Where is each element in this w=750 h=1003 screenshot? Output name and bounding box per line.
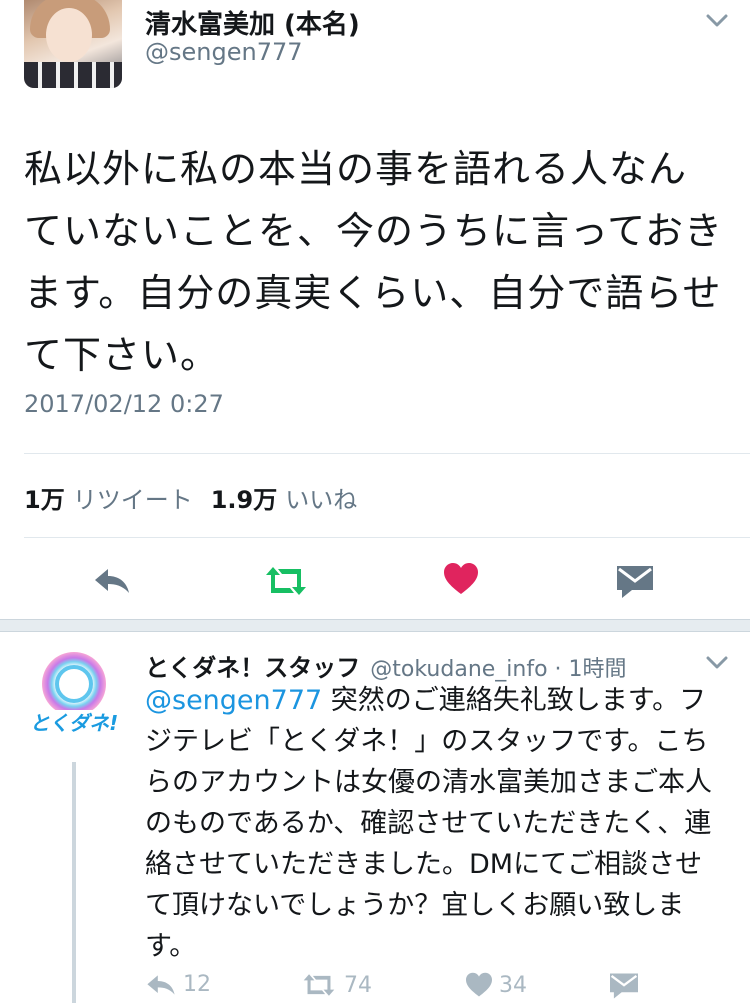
- chevron-down-icon[interactable]: [706, 14, 728, 28]
- reply-actions: 12 74 34: [145, 972, 705, 1002]
- like-heart-icon: [466, 972, 492, 997]
- reply-button[interactable]: 12: [145, 972, 211, 997]
- tweet-timestamp[interactable]: 2017/02/12 0:27: [24, 390, 224, 418]
- reply-header: とくダネ！スタッフ @tokudane_info · 1時間: [145, 648, 627, 683]
- like-button[interactable]: 34: [465, 972, 527, 998]
- section-border: [0, 631, 750, 632]
- retweet-count: 74: [344, 972, 372, 998]
- divider: [24, 453, 750, 454]
- avatar[interactable]: とくダネ!: [24, 646, 124, 744]
- retweet-icon: [303, 974, 335, 996]
- retweet-icon[interactable]: [262, 564, 310, 602]
- display-name[interactable]: とくダネ！スタッフ: [145, 648, 360, 683]
- like-count[interactable]: 1.9万: [211, 480, 278, 515]
- reply-text: @sengen777 突然のご連絡失礼致します。フジテレビ「とくダネ！」のスタッ…: [145, 680, 725, 967]
- thread-line: [72, 762, 76, 1003]
- reply-icon[interactable]: [92, 566, 132, 600]
- section-separator: [0, 620, 750, 631]
- tweet-text: 私以外に私の本当の事を語れる人なんていないことを、今のうちに言っておきます。自分…: [24, 147, 723, 377]
- tweet-detail-page: 清水富美加 (本名) @sengen777 私以外に私の本当の事を語れる人なんて…: [0, 0, 750, 1003]
- reply-body: 突然のご連絡失礼致します。フジテレビ「とくダネ！」のスタッフです。こちらのアカウ…: [145, 685, 712, 962]
- retweet-button[interactable]: 74: [300, 972, 372, 998]
- user-handle[interactable]: @sengen777: [145, 38, 303, 66]
- mention-link[interactable]: @sengen777: [145, 685, 322, 716]
- display-name[interactable]: 清水富美加 (本名): [145, 4, 360, 41]
- reply-icon: [147, 974, 175, 995]
- retweet-label[interactable]: リツイート: [73, 480, 193, 515]
- direct-message-icon: [610, 973, 638, 999]
- main-tweet: 清水富美加 (本名) @sengen777 私以外に私の本当の事を語れる人なんて…: [0, 0, 750, 622]
- like-count: 34: [499, 972, 527, 998]
- like-label[interactable]: いいね: [285, 480, 357, 515]
- chevron-down-icon[interactable]: [706, 656, 728, 670]
- divider: [24, 537, 750, 538]
- direct-message-icon[interactable]: [616, 564, 654, 604]
- avatar[interactable]: [24, 0, 122, 88]
- reply-count: 12: [183, 972, 211, 997]
- like-heart-icon[interactable]: [443, 562, 479, 600]
- tweet-actions: [0, 556, 750, 606]
- direct-message-button[interactable]: [609, 972, 639, 1000]
- tweet-stats: 1万 リツイート 1.9万 いいね: [24, 480, 375, 515]
- avatar-logo-text: とくダネ!: [30, 711, 119, 735]
- user-handle-time[interactable]: @tokudane_info · 1時間: [370, 651, 626, 683]
- retweet-count[interactable]: 1万: [24, 480, 65, 515]
